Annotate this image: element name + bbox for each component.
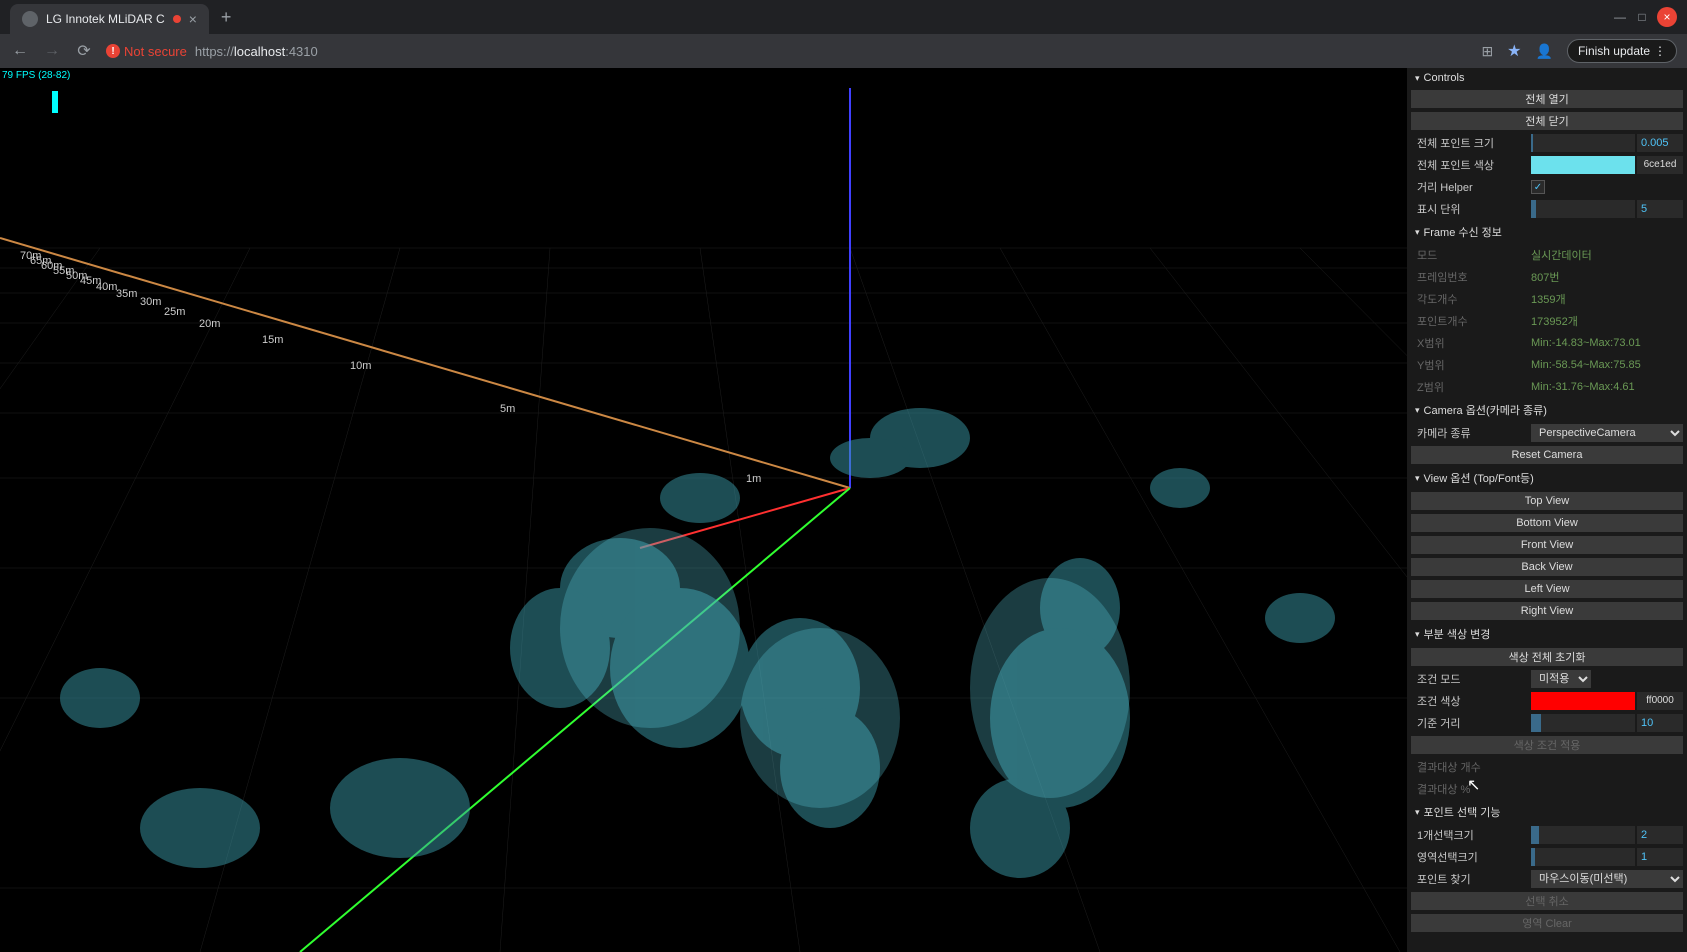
maximize-icon[interactable]: □ — [1635, 10, 1649, 24]
mode-value: 실시간데이터 — [1531, 247, 1592, 263]
distance-label: 15m — [262, 334, 283, 346]
tab-close-icon[interactable]: × — [189, 11, 197, 27]
x-range-value: Min:-14.83~Max:73.01 — [1531, 337, 1641, 349]
top-view-button[interactable]: Top View — [1411, 492, 1683, 510]
profile-icon[interactable]: 👤 — [1536, 43, 1553, 60]
warning-icon: ! — [106, 44, 120, 58]
reset-all-color-button[interactable]: 색상 전체 초기화 — [1411, 648, 1683, 666]
reload-icon[interactable]: ⟳ — [74, 41, 94, 61]
menu-dots-icon: ⋮ — [1654, 44, 1666, 58]
bottom-view-button[interactable]: Bottom View — [1411, 514, 1683, 532]
bookmark-star-icon[interactable]: ★ — [1507, 41, 1521, 61]
browser-chrome: LG Innotek MLiDAR C × + — □ × ← → ⟳ ! No… — [0, 0, 1687, 68]
left-view-button[interactable]: Left View — [1411, 580, 1683, 598]
find-point-select[interactable]: 마우스이동(미선택) — [1531, 870, 1683, 888]
point-size-input[interactable] — [1637, 134, 1683, 152]
url-text: https://localhost:4310 — [195, 44, 318, 59]
y-range-value: Min:-58.54~Max:75.85 — [1531, 359, 1641, 371]
front-view-button[interactable]: Front View — [1411, 536, 1683, 554]
distance-label: 35m — [116, 288, 137, 300]
z-range-value: Min:-31.76~Max:4.61 — [1531, 381, 1635, 393]
section-frame-info[interactable]: Frame 수신 정보 — [1407, 220, 1687, 244]
tab-favicon — [22, 11, 38, 27]
install-icon[interactable]: ⊞ — [1481, 43, 1493, 60]
single-size-slider[interactable] — [1531, 826, 1635, 844]
camera-type-select[interactable]: PerspectiveCamera — [1531, 424, 1683, 442]
forward-icon[interactable]: → — [42, 42, 62, 60]
recording-icon — [173, 15, 181, 23]
distance-label: 70m — [20, 250, 41, 262]
url-bar: ← → ⟳ ! Not secure https://localhost:431… — [0, 34, 1687, 68]
browser-tab[interactable]: LG Innotek MLiDAR C × — [10, 4, 209, 34]
point-color-label: 전체 포인트 색상 — [1411, 157, 1531, 173]
distance-label: 5m — [500, 403, 515, 415]
point-count-value: 173952개 — [1531, 313, 1578, 329]
point-color-swatch[interactable] — [1531, 156, 1635, 174]
url-field[interactable]: ! Not secure https://localhost:4310 — [106, 44, 1469, 59]
back-view-button[interactable]: Back View — [1411, 558, 1683, 576]
new-tab-button[interactable]: + — [209, 7, 244, 28]
apply-color-button[interactable]: 색상 조건 적용 — [1411, 736, 1683, 754]
point-size-label: 전체 포인트 크기 — [1411, 135, 1531, 151]
scene-svg — [0, 68, 1407, 952]
frame-no-value: 807번 — [1531, 269, 1559, 285]
condition-color-swatch[interactable] — [1531, 692, 1635, 710]
base-distance-slider[interactable] — [1531, 714, 1635, 732]
reset-camera-button[interactable]: Reset Camera — [1411, 446, 1683, 464]
window-close-icon[interactable]: × — [1657, 7, 1677, 27]
area-clear-button[interactable]: 영역 Clear — [1411, 914, 1683, 932]
finish-update-button[interactable]: Finish update ⋮ — [1567, 39, 1677, 63]
distance-label: 1m — [746, 473, 761, 485]
minimize-icon[interactable]: — — [1613, 10, 1627, 24]
area-size-slider[interactable] — [1531, 848, 1635, 866]
not-secure-badge[interactable]: ! Not secure — [106, 44, 187, 59]
tab-title: LG Innotek MLiDAR C — [46, 12, 165, 26]
distance-label: 30m — [140, 296, 161, 308]
base-distance-input[interactable] — [1637, 714, 1683, 732]
control-panel: Controls 전체 열기 전체 닫기 전체 포인트 크기 전체 포인트 색상… — [1407, 68, 1687, 952]
condition-color-value[interactable]: ff0000 — [1637, 692, 1683, 710]
fps-counter: 79 FPS (28-82) — [2, 70, 70, 113]
angle-count-value: 1359개 — [1531, 291, 1566, 307]
point-size-slider[interactable] — [1531, 134, 1635, 152]
distance-label: 25m — [164, 306, 185, 318]
section-view[interactable]: View 옵션 (Top/Font등) — [1407, 466, 1687, 490]
condition-mode-select[interactable]: 미적용 — [1531, 670, 1591, 688]
display-unit-label: 표시 단위 — [1411, 201, 1531, 217]
distance-helper-label: 거리 Helper — [1411, 179, 1531, 195]
distance-label: 20m — [199, 318, 220, 330]
section-point-select[interactable]: 포인트 선택 기능 — [1407, 800, 1687, 824]
display-unit-input[interactable] — [1637, 200, 1683, 218]
fps-graph — [2, 83, 62, 113]
display-unit-slider[interactable] — [1531, 200, 1635, 218]
distance-helper-checkbox[interactable] — [1531, 180, 1545, 194]
close-all-button[interactable]: 전체 닫기 — [1411, 112, 1683, 130]
point-color-value[interactable]: 6ce1ed — [1637, 156, 1683, 174]
section-controls[interactable]: Controls — [1407, 68, 1687, 88]
back-icon[interactable]: ← — [10, 42, 30, 60]
distance-label: 10m — [350, 360, 371, 372]
area-size-input[interactable] — [1637, 848, 1683, 866]
open-all-button[interactable]: 전체 열기 — [1411, 90, 1683, 108]
tab-bar: LG Innotek MLiDAR C × + — □ × — [0, 0, 1687, 34]
right-view-button[interactable]: Right View — [1411, 602, 1683, 620]
section-camera[interactable]: Camera 옵션(카메라 종류) — [1407, 398, 1687, 422]
cancel-select-button[interactable]: 선택 취소 — [1411, 892, 1683, 910]
single-size-input[interactable] — [1637, 826, 1683, 844]
section-color-change[interactable]: 부분 색상 변경 — [1407, 622, 1687, 646]
window-controls: — □ × — [1613, 7, 1687, 27]
